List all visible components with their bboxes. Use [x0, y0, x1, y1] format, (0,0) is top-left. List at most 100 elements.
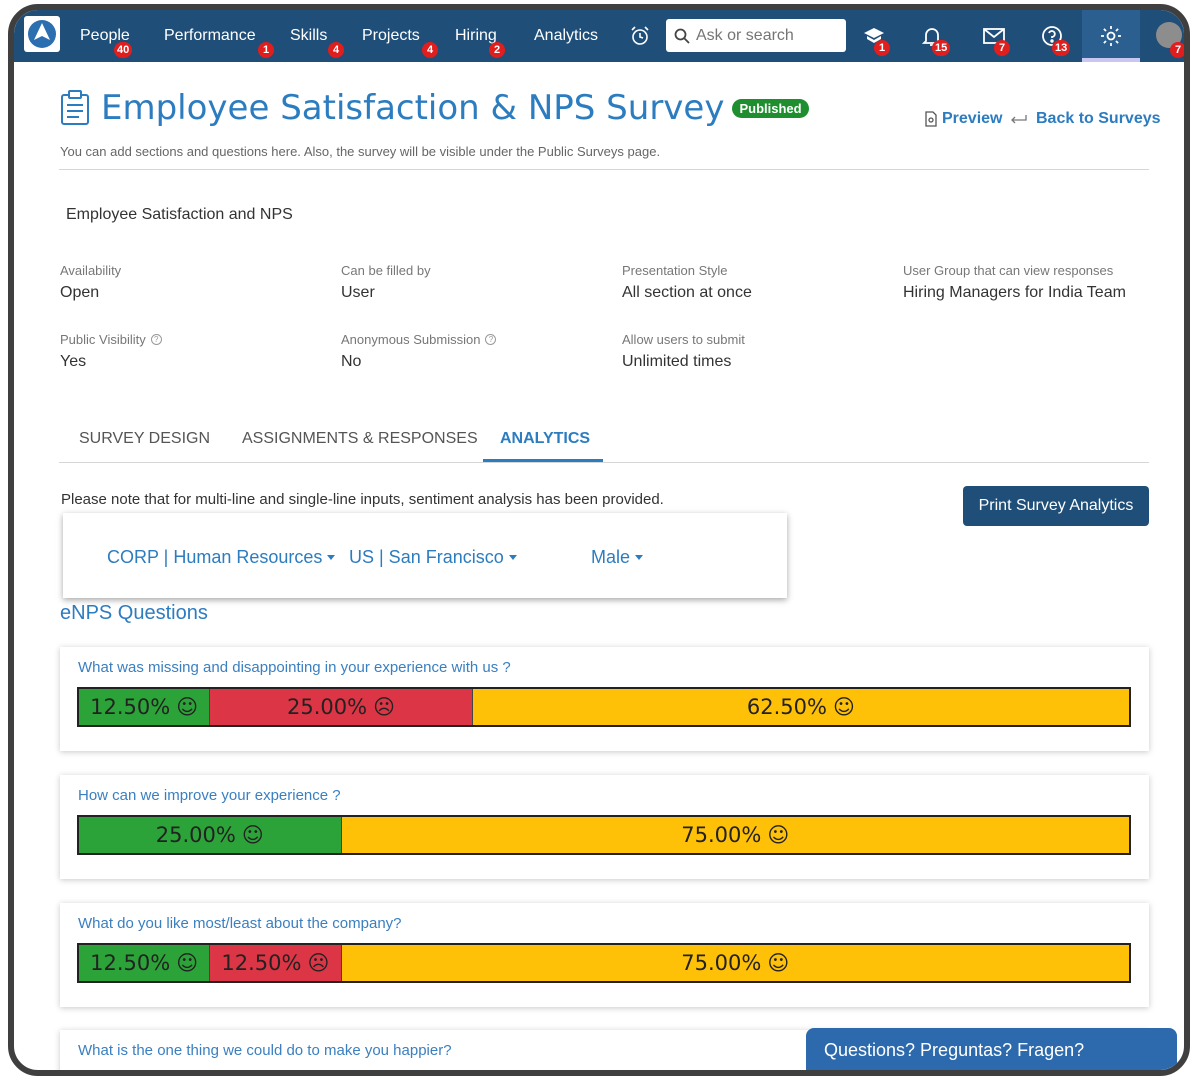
meta-user-group: User Group that can view responses Hirin…	[903, 263, 1126, 302]
passive-value: 62.50%	[746, 695, 827, 719]
back-arrow-icon	[1011, 115, 1027, 124]
tab-analytics[interactable]: ANALYTICS	[500, 430, 590, 448]
caret-down-icon	[327, 555, 336, 560]
meta-label: Anonymous Submission	[341, 332, 481, 347]
question-text: What was missing and disappointing in yo…	[78, 659, 511, 676]
meta-value: User	[341, 284, 375, 301]
sentiment-note: Please note that for multi-line and sing…	[61, 491, 664, 508]
tab-assignments-responses[interactable]: ASSIGNMENTS & RESPONSES	[242, 430, 478, 448]
promoter-value: 12.50%	[90, 951, 171, 975]
divider	[59, 169, 1149, 170]
meta-label: Presentation Style	[622, 263, 728, 278]
neutral-face-icon: ☺	[767, 951, 790, 975]
filter-location[interactable]: US | San Francisco	[349, 547, 517, 568]
messages-badge: 7	[994, 40, 1010, 56]
learning-icon[interactable]: 1	[854, 10, 894, 62]
neutral-face-icon: ☺	[767, 823, 790, 847]
nav-projects[interactable]: Projects 4	[362, 10, 438, 62]
passive-segment: 75.00% ☺	[341, 945, 1129, 981]
nav-hiring-label: Hiring	[455, 27, 497, 44]
meta-presentation-style: Presentation Style All section at once	[622, 263, 752, 302]
app-window: People 40 Performance 1 Skills 4 Project…	[8, 4, 1190, 1076]
back-to-surveys-label: Back to Surveys	[1036, 110, 1161, 127]
meta-label: Availability	[60, 263, 122, 278]
help-badge: 13	[1052, 40, 1071, 56]
page-header: Employee Satisfaction & NPS Survey Publi…	[59, 88, 809, 128]
nav-skills-badge: 4	[328, 42, 344, 58]
back-to-surveys-link[interactable]: Back to Surveys	[1010, 110, 1161, 128]
nav-skills[interactable]: Skills 4	[290, 10, 344, 62]
filter-department[interactable]: CORP | Human Resources	[107, 547, 336, 568]
print-analytics-button[interactable]: Print Survey Analytics	[963, 486, 1149, 526]
top-navbar: People 40 Performance 1 Skills 4 Project…	[14, 10, 1184, 62]
meta-label: User Group that can view responses	[903, 263, 1114, 278]
nav-people-badge: 40	[114, 42, 133, 58]
filter-panel: CORP | Human Resources US | San Francisc…	[63, 513, 787, 598]
nav-analytics[interactable]: Analytics	[534, 10, 598, 62]
caret-down-icon	[508, 555, 517, 560]
detractor-segment: 12.50% ☹	[210, 945, 342, 981]
neutral-face-icon: ☺	[832, 695, 855, 719]
frown-icon: ☹	[373, 695, 395, 719]
alarm-icon[interactable]	[620, 10, 660, 62]
help-chat-widget[interactable]: Questions? Preguntas? Fragen?	[806, 1028, 1177, 1070]
survey-name: Employee Satisfaction and NPS	[66, 206, 293, 223]
meta-public-visibility: Public Visibility? Yes	[60, 332, 162, 371]
meta-allow-submit: Allow users to submit Unlimited times	[622, 332, 745, 371]
passive-segment	[210, 1072, 1129, 1076]
learning-badge: 1	[874, 40, 890, 56]
app-logo[interactable]	[24, 16, 60, 52]
divider	[59, 462, 1149, 463]
filter-gender[interactable]: Male	[591, 547, 644, 568]
question-text: How can we improve your experience ?	[78, 787, 341, 804]
nav-performance-label: Performance	[164, 27, 256, 44]
nav-hiring-badge: 2	[489, 42, 505, 58]
detractor-value: 25.00%	[287, 695, 368, 719]
question-icon[interactable]: ?	[150, 334, 162, 345]
nav-skills-label: Skills	[290, 27, 328, 44]
page-title: Employee Satisfaction & NPS Survey	[101, 88, 725, 128]
meta-label: Can be filled by	[341, 263, 431, 278]
nav-projects-label: Projects	[362, 27, 420, 44]
passive-segment: 75.00% ☺	[341, 817, 1129, 853]
preview-label: Preview	[942, 110, 1003, 127]
help-icon[interactable]: 13	[1032, 10, 1072, 62]
nav-performance[interactable]: Performance 1	[164, 10, 274, 62]
detractor-value: 12.50%	[221, 951, 302, 975]
smile-icon: ☺	[176, 695, 199, 719]
promoter-segment: 12.50% ☺	[79, 945, 211, 981]
clipboard-icon	[61, 90, 89, 125]
caret-down-icon	[635, 555, 644, 560]
question-card: What do you like most/least about the co…	[60, 903, 1149, 1007]
nav-hiring[interactable]: Hiring 2	[455, 10, 505, 62]
meta-label: Public Visibility	[60, 332, 146, 347]
promoter-segment	[79, 1072, 210, 1076]
question-card: What was missing and disappointing in yo…	[60, 647, 1149, 751]
question-card: How can we improve your experience ? 25.…	[60, 775, 1149, 879]
preview-link[interactable]: Preview	[924, 110, 1002, 128]
filter-label: Male	[591, 547, 631, 567]
question-text: What is the one thing we could do to mak…	[78, 1042, 452, 1059]
frown-icon: ☹	[307, 951, 330, 975]
detractor-segment: 25.00% ☹	[210, 689, 473, 725]
question-icon[interactable]: ?	[485, 334, 497, 345]
bell-icon[interactable]: 15	[912, 10, 952, 62]
meta-value: All section at once	[622, 284, 752, 301]
filter-label: US | San Francisco	[349, 547, 504, 567]
search-input[interactable]	[696, 26, 836, 45]
avatar-badge: 7	[1170, 42, 1184, 58]
passive-value: 75.00%	[681, 951, 762, 975]
meta-value: Yes	[60, 353, 87, 370]
meta-value: Hiring Managers for India Team	[903, 284, 1126, 301]
meta-anonymous-submission: Anonymous Submission? No	[341, 332, 497, 371]
question-text: What do you like most/least about the co…	[78, 915, 402, 932]
promoter-value: 25.00%	[155, 823, 236, 847]
search-box[interactable]	[666, 19, 846, 52]
gear-icon[interactable]	[1091, 10, 1131, 62]
nav-people[interactable]: People 40	[80, 10, 133, 62]
tab-survey-design[interactable]: SURVEY DESIGN	[79, 430, 210, 448]
mail-icon[interactable]: 7	[974, 10, 1014, 62]
sentiment-bar: 12.50% ☺ 25.00% ☹ 62.50% ☺	[77, 687, 1131, 727]
sentiment-bar: 12.50% ☺ 12.50% ☹ 75.00% ☺	[77, 943, 1131, 983]
passive-value: 75.00%	[681, 823, 762, 847]
